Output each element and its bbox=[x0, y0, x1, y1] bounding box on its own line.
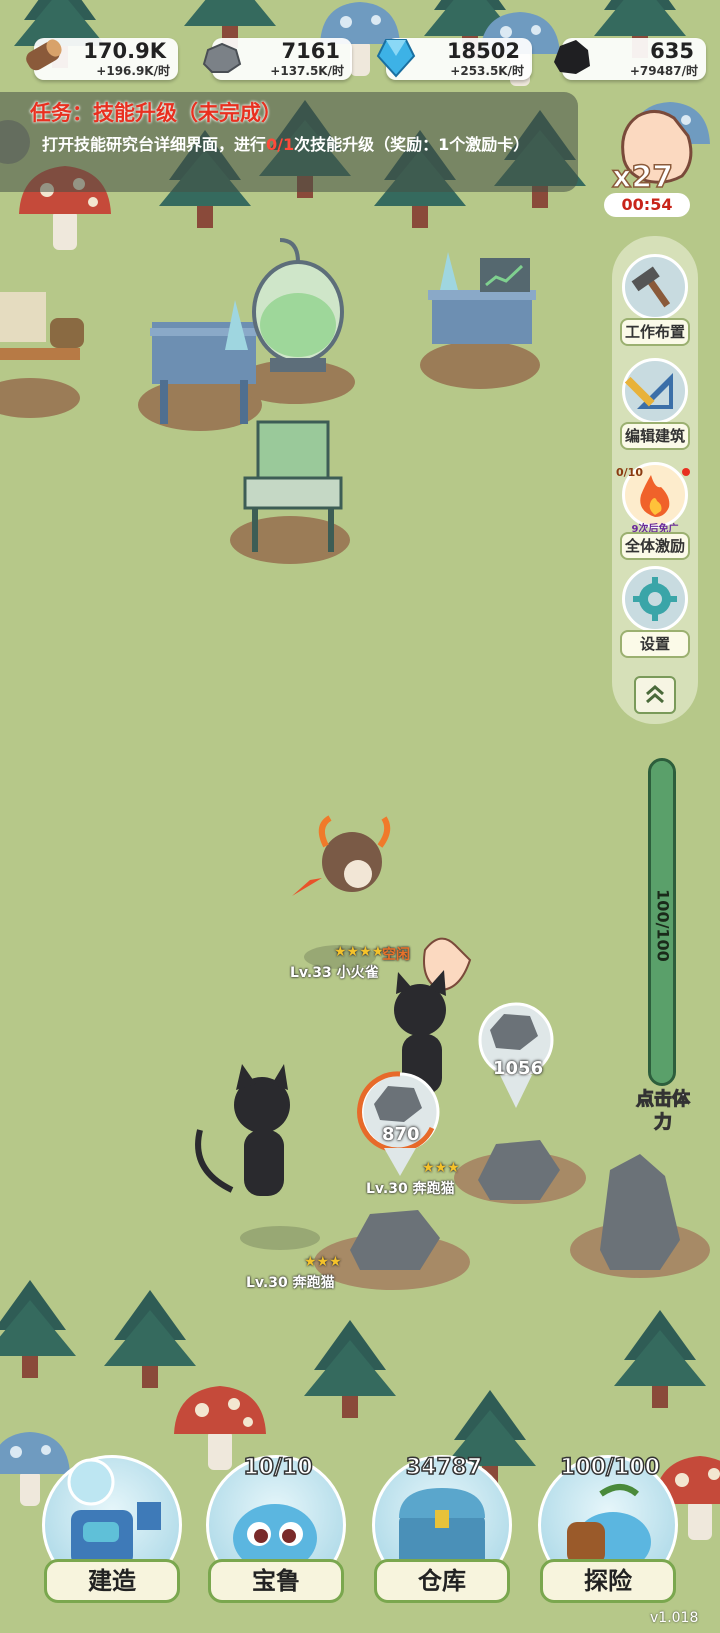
pet-name: Lv.30 奔跑猫 bbox=[246, 1275, 335, 1291]
gear-icon bbox=[622, 566, 688, 632]
task-description: 打开技能研究台详细界面，进行0/1次技能升级（奖励：1个激励卡） bbox=[42, 134, 562, 156]
collapse-menu-button[interactable] bbox=[634, 676, 676, 714]
crystal-rate: +253.5K/时 bbox=[450, 64, 524, 78]
resource-wood: 170.9K +196.9K/时 bbox=[26, 38, 178, 80]
task-banner[interactable]: 任务：技能升级（未完成） 打开技能研究台详细界面，进行0/1次技能升级（奖励：1… bbox=[0, 92, 578, 192]
nav-pets-label: 宝鲁 bbox=[208, 1559, 344, 1603]
pet-label-firebird[interactable]: ★★★★ 空闲 Lv.33 小火雀 bbox=[290, 944, 410, 982]
settings-label: 设置 bbox=[620, 630, 690, 658]
pet-name: Lv.30 奔跑猫 bbox=[366, 1181, 455, 1197]
nav-explore-count: 100/100 bbox=[559, 1454, 660, 1481]
motivate-all-label: 全体激励 bbox=[620, 532, 690, 560]
pet-label-cat-1[interactable]: ★★★ Lv.30 奔跑猫 bbox=[366, 1160, 460, 1198]
nav-warehouse-label: 仓库 bbox=[374, 1559, 510, 1603]
nav-build[interactable]: 建造 bbox=[34, 1435, 194, 1615]
pet-status: 空闲 bbox=[382, 947, 410, 963]
task-progress: 0/1 bbox=[266, 135, 295, 154]
stone-rate: +137.5K/时 bbox=[270, 64, 344, 78]
rock-hp-1[interactable]: 1056 bbox=[493, 1058, 543, 1079]
coal-icon bbox=[554, 40, 590, 74]
task-title: 任务：技能升级（未完成） bbox=[30, 101, 282, 125]
coal-rate: +79487/时 bbox=[629, 64, 698, 78]
resource-stone: 7161 +137.5K/时 bbox=[202, 38, 352, 80]
motivate-all-button[interactable]: 0/10 9次后免广 全体激励 bbox=[616, 462, 690, 560]
rock-hp-2[interactable]: 870 bbox=[382, 1124, 420, 1145]
edit-building-label: 编辑建筑 bbox=[620, 422, 690, 450]
ruler-icon bbox=[622, 358, 688, 424]
version-label: v1.018 bbox=[650, 1610, 699, 1626]
nav-explore[interactable]: 100/100 探险 bbox=[530, 1435, 690, 1615]
nav-warehouse-count: 34787 bbox=[405, 1454, 483, 1481]
edit-building-button[interactable]: 编辑建筑 bbox=[620, 358, 690, 454]
game-scene bbox=[0, 0, 720, 1633]
hammer-icon bbox=[622, 254, 688, 320]
stamina-label: 点击体力 bbox=[636, 1089, 691, 1134]
pet-stars: ★★★★ bbox=[334, 944, 385, 960]
stone-icon bbox=[202, 42, 242, 73]
resource-crystal: 18502 +253.5K/时 bbox=[376, 38, 532, 80]
work-layout-label: 工作布置 bbox=[620, 318, 690, 346]
nav-explore-label: 探险 bbox=[540, 1559, 676, 1603]
pet-stars: ★★★ bbox=[422, 1160, 460, 1176]
pet-stars: ★★★ bbox=[304, 1254, 342, 1270]
boost-timer: 00:54 bbox=[604, 193, 690, 217]
stamina-value: 100/100 bbox=[648, 880, 676, 970]
nav-warehouse[interactable]: 34787 仓库 bbox=[364, 1435, 524, 1615]
task-desc-post: 次技能升级（奖励：1个激励卡） bbox=[294, 135, 530, 154]
nav-pets-count: 10/10 bbox=[243, 1454, 314, 1481]
resource-coal: 635 +79487/时 bbox=[554, 38, 706, 80]
pet-name: Lv.33 小火雀 bbox=[290, 965, 379, 981]
settings-button[interactable]: 设置 bbox=[620, 566, 690, 662]
stamina-value-text: 100/100 bbox=[653, 889, 673, 962]
tap-multiplier: x27 bbox=[611, 159, 674, 196]
blue-crystal-icon bbox=[376, 39, 416, 78]
wood-rate: +196.9K/时 bbox=[96, 64, 170, 78]
crystal-amount: 18502 bbox=[446, 39, 520, 63]
wood-log-icon bbox=[26, 39, 62, 71]
pet-label-cat-2[interactable]: ★★★ Lv.30 奔跑猫 bbox=[246, 1254, 342, 1292]
chevron-up-icon bbox=[646, 685, 664, 704]
nav-build-label: 建造 bbox=[44, 1559, 180, 1603]
stone-amount: 7161 bbox=[281, 39, 340, 63]
work-layout-button[interactable]: 工作布置 bbox=[620, 254, 690, 350]
coal-amount: 635 bbox=[650, 39, 694, 63]
wood-amount: 170.9K bbox=[83, 39, 166, 63]
notification-dot bbox=[682, 468, 690, 476]
task-desc-pre: 打开技能研究台详细界面，进行 bbox=[42, 135, 267, 154]
nav-pets[interactable]: 10/10 宝鲁 bbox=[198, 1435, 358, 1615]
motivate-progress: 0/10 bbox=[616, 466, 643, 479]
